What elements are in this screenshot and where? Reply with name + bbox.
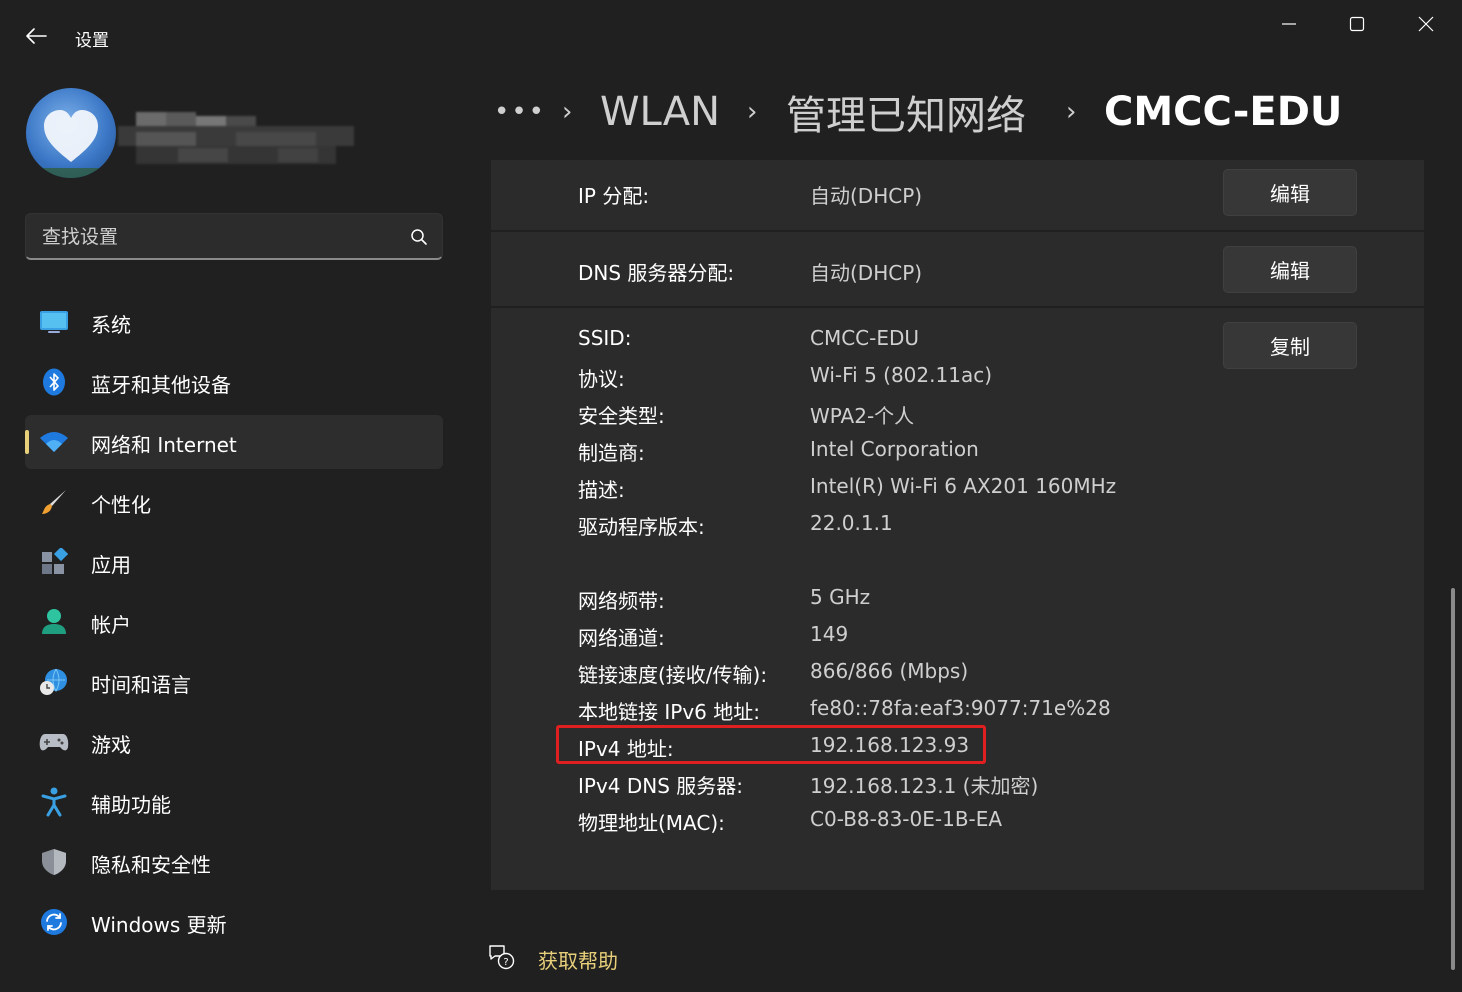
search-box[interactable] [25, 213, 443, 260]
page-title: CMCC-EDU [1104, 89, 1343, 135]
search-icon[interactable] [410, 228, 428, 250]
bluetooth-icon [39, 368, 69, 396]
svg-text:?: ? [503, 957, 508, 968]
protocol-value: Wi-Fi 5 (802.11ac) [810, 363, 992, 387]
help-icon[interactable]: ? [487, 942, 515, 974]
refresh-icon [39, 908, 69, 936]
breadcrumb-separator: › [747, 97, 758, 127]
close-icon [1418, 16, 1434, 32]
nav-label: 时间和语言 [91, 673, 191, 697]
protocol-label: 协议: [578, 367, 625, 391]
monitor-icon [39, 308, 69, 336]
person-icon [39, 608, 69, 636]
nav-item-windows-update[interactable]: Windows 更新 [25, 895, 443, 949]
edit-dns-button[interactable]: 编辑 [1223, 246, 1357, 293]
paintbrush-icon [39, 488, 69, 516]
link-speed-value: 866/866 (Mbps) [810, 659, 969, 683]
nav-label: 辅助功能 [91, 793, 171, 817]
nav-label: 应用 [91, 553, 131, 577]
mac-address-value: C0-B8-83-0E-1B-EA [810, 807, 1003, 831]
scrollbar[interactable] [1451, 588, 1455, 970]
nav-item-gaming[interactable]: 游戏 [25, 715, 443, 769]
breadcrumb-more[interactable]: ••• [494, 84, 546, 140]
ipv4-dns-value: 192.168.123.1 (未加密) [810, 774, 1039, 798]
ipv6-address-label: 本地链接 IPv6 地址: [578, 700, 760, 724]
ipv6-address-value: fe80::78fa:eaf3:9077:71e%28 [810, 696, 1111, 720]
nav-item-network[interactable]: 网络和 Internet [25, 415, 443, 469]
close-button[interactable] [1403, 6, 1449, 42]
dns-assignment-value: 自动(DHCP) [810, 261, 923, 285]
nav-item-time-language[interactable]: 时间和语言 [25, 655, 443, 709]
breadcrumb-known-networks[interactable]: 管理已知网络 [786, 84, 1026, 140]
nav-item-apps[interactable]: 应用 [25, 535, 443, 589]
nav-label: 网络和 Internet [91, 433, 237, 457]
copy-button[interactable]: 复制 [1223, 322, 1357, 369]
nav-item-privacy[interactable]: 隐私和安全性 [25, 835, 443, 889]
network-band-value: 5 GHz [810, 585, 871, 609]
manufacturer-label: 制造商: [578, 441, 645, 465]
maximize-icon [1349, 16, 1365, 32]
maximize-button[interactable] [1334, 6, 1380, 42]
dns-assignment-row: DNS 服务器分配: 自动(DHCP) 编辑 [491, 232, 1424, 306]
driver-version-label: 驱动程序版本: [578, 515, 705, 539]
app-title: 设置 [75, 31, 109, 51]
dns-assignment-label: DNS 服务器分配: [578, 261, 735, 285]
network-channel-label: 网络通道: [578, 626, 665, 650]
apps-icon [39, 548, 69, 576]
description-value: Intel(R) Wi-Fi 6 AX201 160MHz [810, 474, 1117, 498]
driver-version-value: 22.0.1.1 [810, 511, 893, 535]
network-channel-value: 149 [810, 622, 849, 646]
shield-icon [39, 848, 69, 876]
minimize-icon [1282, 23, 1296, 25]
link-speed-label: 链接速度(接收/传输): [578, 663, 768, 687]
nav-label: 隐私和安全性 [91, 853, 211, 877]
accessibility-icon [39, 787, 69, 817]
ip-assignment-value: 自动(DHCP) [810, 184, 923, 208]
nav-label: 帐户 [91, 613, 131, 637]
get-help-link[interactable]: 获取帮助 [538, 945, 618, 974]
description-label: 描述: [578, 478, 625, 502]
globe-clock-icon [39, 668, 69, 696]
mac-address-label: 物理地址(MAC): [578, 811, 725, 835]
breadcrumb-separator: › [1066, 97, 1077, 127]
nav-label: 蓝牙和其他设备 [91, 373, 231, 397]
network-band-label: 网络频带: [578, 589, 665, 613]
minimize-button[interactable] [1266, 6, 1312, 42]
breadcrumb-separator: › [562, 97, 573, 127]
ip-assignment-row: IP 分配: 自动(DHCP) 编辑 [491, 160, 1424, 230]
nav-item-accessibility[interactable]: 辅助功能 [25, 775, 443, 829]
cloud-heart-icon [26, 110, 116, 178]
back-button[interactable] [14, 18, 58, 54]
avatar[interactable] [26, 88, 116, 178]
ipv4-dns-label: IPv4 DNS 服务器: [578, 774, 744, 798]
username-redacted [118, 112, 354, 168]
nav-item-bluetooth[interactable]: 蓝牙和其他设备 [25, 355, 443, 409]
security-type-label: 安全类型: [578, 404, 665, 428]
security-type-value: WPA2-个人 [810, 404, 915, 428]
breadcrumb-wlan[interactable]: WLAN [600, 84, 720, 140]
gamepad-icon [39, 728, 69, 756]
ssid-value: CMCC-EDU [810, 326, 920, 350]
ip-assignment-label: IP 分配: [578, 184, 650, 208]
search-input[interactable] [42, 224, 392, 250]
selection-indicator [25, 430, 29, 454]
wifi-icon [39, 428, 69, 456]
edit-ip-button[interactable]: 编辑 [1223, 169, 1357, 216]
nav-label: Windows 更新 [91, 913, 227, 937]
properties-card: 复制 SSID: CMCC-EDU 协议: Wi-Fi 5 (802.11ac)… [491, 308, 1424, 890]
nav-item-accounts[interactable]: 帐户 [25, 595, 443, 649]
ipv4-highlight-box [556, 725, 986, 764]
back-arrow-icon [26, 28, 47, 44]
nav-label: 游戏 [91, 733, 131, 757]
nav-item-system[interactable]: 系统 [25, 295, 443, 349]
nav-item-personalization[interactable]: 个性化 [25, 475, 443, 529]
nav-label: 系统 [91, 313, 131, 337]
manufacturer-value: Intel Corporation [810, 437, 979, 461]
nav-label: 个性化 [91, 493, 151, 517]
ssid-label: SSID: [578, 326, 632, 350]
